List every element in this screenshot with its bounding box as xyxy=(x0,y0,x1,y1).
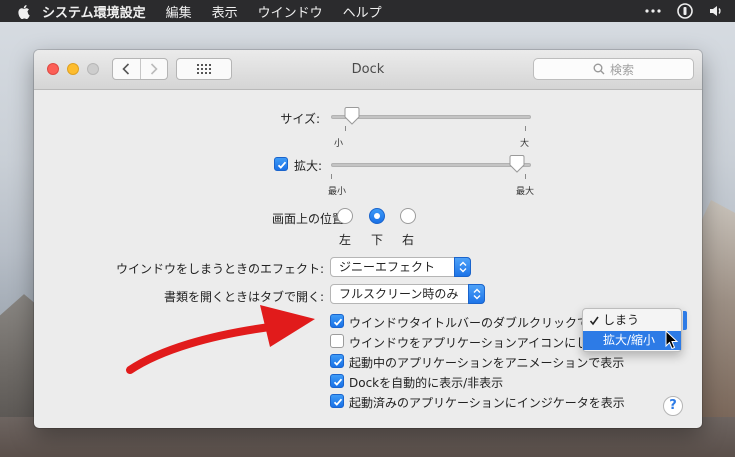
autohide-dock-checkbox[interactable] xyxy=(330,374,344,388)
more-icon[interactable] xyxy=(645,9,661,13)
volume-icon[interactable] xyxy=(709,4,725,18)
position-bottom-radio[interactable] xyxy=(369,208,385,224)
checkmark-icon xyxy=(333,358,343,366)
position-left-radio[interactable] xyxy=(337,208,353,224)
double-click-titlebar-checkbox[interactable] xyxy=(330,314,344,328)
apple-icon[interactable] xyxy=(16,4,30,19)
magnification-tick-min xyxy=(331,174,332,179)
animate-opening-apps-label: 起動中のアプリケーションをアニメーションで表示 xyxy=(349,356,625,370)
search-placeholder: 検索 xyxy=(609,62,634,77)
popup-edge xyxy=(683,311,687,330)
red-arrow-annotation xyxy=(126,305,315,374)
position-right-label: 右 xyxy=(401,233,414,247)
size-min-label: 小 xyxy=(334,139,344,149)
animate-opening-apps-checkbox[interactable] xyxy=(330,354,344,368)
magnification-checkbox[interactable] xyxy=(274,157,288,171)
magnification-label: 拡大: xyxy=(293,159,322,173)
menu-window[interactable]: ウインドウ xyxy=(258,2,323,21)
size-tick-min xyxy=(345,126,346,131)
magnification-slider-thumb[interactable] xyxy=(509,155,525,173)
show-indicators-label: 起動済みのアプリケーションにインジケータを表示 xyxy=(349,396,625,410)
search-icon xyxy=(593,63,605,75)
minimize-effect-value: ジニーエフェクト xyxy=(339,260,436,274)
menu-app-name[interactable]: システム環境設定 xyxy=(42,2,146,21)
menu-edit[interactable]: 編集 xyxy=(166,2,192,21)
checkmark-icon xyxy=(333,398,343,406)
preferences-content: サイズ: 小 大 拡大: 最小 最大 画面上の位置: 左 下 右 ウインドウをし… xyxy=(34,91,702,428)
size-slider-track[interactable] xyxy=(331,115,531,119)
help-button[interactable]: ? xyxy=(663,396,683,416)
popup-arrows-icon xyxy=(454,257,471,277)
minimize-into-app-icon-label: ウインドウをアプリケーションアイコンにし xyxy=(349,336,589,350)
magnification-tick-max xyxy=(525,174,526,179)
prefer-tabs-value: フルスクリーン時のみ xyxy=(339,287,459,301)
size-max-label: 大 xyxy=(520,139,530,149)
magnification-min-label: 最小 xyxy=(328,187,347,197)
magnification-max-label: 最大 xyxy=(516,187,535,197)
menu-bar: システム環境設定 編集 表示 ウインドウ ヘルプ xyxy=(0,0,735,22)
popup-arrows-icon xyxy=(468,284,485,304)
menu-item-minimize-label: しまう xyxy=(603,313,640,327)
checkmark-icon xyxy=(333,318,343,326)
position-bottom-label: 下 xyxy=(370,233,383,247)
minimize-effect-label: ウインドウをしまうときのエフェクト: xyxy=(115,262,324,276)
position-right-radio[interactable] xyxy=(400,208,416,224)
menu-help[interactable]: ヘルプ xyxy=(343,2,382,21)
menubar-status-icons xyxy=(645,3,735,19)
double-click-titlebar-label: ウインドウタイトルバーのダブルクリックで xyxy=(349,316,590,330)
show-indicators-checkbox[interactable] xyxy=(330,394,344,408)
autohide-dock-label: Dockを自動的に表示/非表示 xyxy=(349,376,504,390)
minimize-effect-popup[interactable]: ジニーエフェクト xyxy=(330,257,471,277)
password-manager-icon[interactable] xyxy=(677,3,693,19)
menu-item-minimize[interactable]: しまう xyxy=(583,311,681,330)
size-slider-thumb[interactable] xyxy=(344,107,360,125)
mouse-cursor-icon xyxy=(665,330,679,350)
menu-view[interactable]: 表示 xyxy=(212,2,238,21)
magnification-slider-track[interactable] xyxy=(331,163,531,167)
title-bar[interactable]: Dock 検索 xyxy=(34,50,702,90)
size-label: サイズ: xyxy=(280,112,320,126)
prefer-tabs-popup[interactable]: フルスクリーン時のみ xyxy=(330,284,485,304)
checkmark-icon xyxy=(277,161,287,169)
size-tick-max xyxy=(525,126,526,131)
search-field[interactable]: 検索 xyxy=(533,58,694,80)
minimize-into-app-icon-checkbox[interactable] xyxy=(330,334,344,348)
position-left-label: 左 xyxy=(338,233,351,247)
checkmark-icon xyxy=(333,378,343,386)
menu-item-zoom-label: 拡大/縮小 xyxy=(603,333,656,347)
position-label: 画面上の位置: xyxy=(271,212,348,226)
